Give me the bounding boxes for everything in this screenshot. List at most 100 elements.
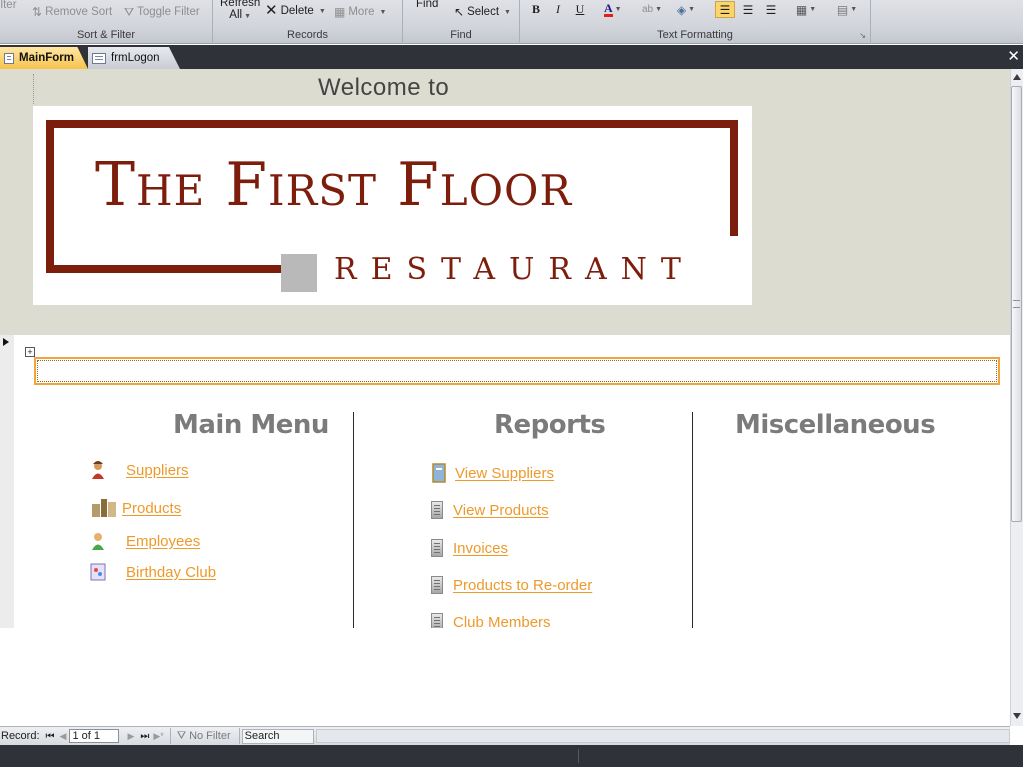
products-icon (92, 499, 116, 517)
status-divider (578, 749, 579, 763)
suppliers-link[interactable]: Suppliers (90, 460, 189, 480)
logo-title: The First Floor (95, 150, 573, 220)
first-record-icon[interactable]: ⏮ (46, 731, 55, 742)
products-link[interactable]: Products (92, 498, 181, 518)
more-button[interactable]: ▦ More ▼ (334, 6, 386, 18)
select-button[interactable]: ↖ Select ▼ (454, 6, 511, 18)
filter-off-icon: ⛛ (176, 729, 187, 742)
birthday-card-icon (90, 563, 106, 581)
miscellaneous-title: Miscellaneous (735, 410, 936, 440)
remove-sort-icon: ⇅ (32, 5, 43, 19)
horizontal-scrollbar[interactable] (315, 729, 1010, 743)
employee-person-icon (92, 533, 104, 550)
report-icon (431, 539, 443, 557)
gridlines-button[interactable]: ▦ ▼ (792, 1, 820, 18)
ribbon: ilter ⇅ Remove Sort ⛛ Toggle Filter Sort… (0, 0, 1023, 44)
dropdown-caret-icon: ▼ (318, 7, 326, 15)
column-divider (353, 412, 354, 628)
delete-button[interactable]: ✕ Delete ▼ (265, 2, 326, 19)
birthday-club-link[interactable]: Birthday Club (90, 562, 216, 582)
view-products-link[interactable]: View Products (431, 501, 549, 519)
dropdown-caret-icon: ▼ (379, 8, 387, 16)
reports-title: Reports (494, 410, 606, 440)
form-icon (4, 52, 15, 64)
thumb-grip-icon (1013, 300, 1020, 308)
align-right-button[interactable]: ☰ (761, 1, 781, 18)
report-icon (431, 576, 443, 594)
invoices-link[interactable]: Invoices (431, 539, 508, 557)
fill-color-button[interactable]: ◈ ▼ (672, 1, 700, 18)
no-filter-button[interactable]: ⛛ No Filter (177, 730, 231, 743)
remove-sort-button[interactable]: ⇅ Remove Sort (32, 6, 112, 18)
record-navigation-bar: Record: ⏮ ◀ 1 of 1 ▶ ⏭ ▶* ⛛ No Filter Se… (0, 726, 1010, 745)
club-members-link[interactable]: Club Members (431, 613, 551, 628)
refresh-all-button[interactable]: Refresh All ▼ (220, 0, 260, 23)
form-icon (92, 52, 106, 64)
toggle-filter-button[interactable]: ⛛ Toggle Filter (124, 6, 200, 18)
supplier-person-icon (92, 461, 104, 479)
restaurant-logo: The First Floor RESTAURANT (33, 106, 752, 305)
grid-icon: ▦ (334, 5, 346, 19)
welcome-label: Welcome to (318, 74, 450, 101)
layout-guide (33, 74, 34, 104)
alternate-fill-button[interactable]: ▤ ▼ (832, 1, 862, 18)
new-record-icon[interactable]: ▶* (153, 731, 163, 742)
alternate-row-icon: ▤ (836, 2, 849, 17)
main-menu-title: Main Menu (173, 410, 329, 440)
align-right-icon: ☰ (765, 2, 777, 17)
next-record-icon[interactable]: ▶ (127, 731, 134, 742)
highlight-color-button[interactable]: ab ▼ (638, 1, 666, 18)
employees-link[interactable]: Employees (90, 531, 200, 551)
sort-filter-group: ilter ⇅ Remove Sort ⛛ Toggle Filter Sort… (0, 0, 213, 44)
funnel-icon: ⛛ (124, 5, 135, 19)
align-left-icon: ☰ (719, 2, 731, 17)
align-center-button[interactable]: ☰ (738, 1, 758, 18)
detail-clip: Club Members (0, 612, 1010, 628)
dialog-launcher-icon[interactable]: ↘ (859, 31, 866, 40)
dropdown-caret-icon: ▼ (809, 6, 817, 13)
view-suppliers-link[interactable]: View Suppliers (431, 463, 554, 483)
dropdown-caret-icon: ▼ (614, 6, 622, 13)
current-record-arrow-icon (3, 338, 9, 346)
cursor-arrow-icon: ↖ (454, 5, 465, 19)
underline-button[interactable]: U (570, 1, 590, 18)
group-label-records: Records (287, 29, 328, 41)
previous-record-icon[interactable]: ◀ (60, 731, 67, 742)
records-group: Refresh All ▼ ✕ Delete ▼ ▦ More ▼ Records (213, 0, 403, 44)
move-handle-icon[interactable]: + (25, 347, 35, 357)
font-color-button[interactable]: A ▼ (604, 1, 632, 18)
record-selector[interactable] (0, 335, 14, 628)
dropdown-caret-icon: ▼ (244, 13, 251, 20)
dropdown-caret-icon: ▼ (655, 6, 663, 13)
products-to-reorder-link[interactable]: Products to Re-order (431, 576, 592, 594)
current-record-field[interactable]: 1 of 1 (69, 729, 120, 743)
tab-frmlogon[interactable]: frmLogon (88, 47, 180, 69)
delete-x-icon: ✕ (265, 2, 278, 19)
search-input[interactable]: Search (241, 728, 314, 744)
report-book-icon (432, 463, 446, 483)
report-icon (431, 613, 443, 628)
dropdown-caret-icon: ▼ (688, 6, 696, 13)
paint-bucket-icon: ◈ (676, 2, 687, 17)
filter-button[interactable]: ilter (0, 0, 17, 11)
align-left-button[interactable]: ☰ (715, 1, 735, 18)
scroll-down-icon[interactable] (1013, 713, 1021, 719)
status-bar (0, 745, 1023, 767)
column-divider (692, 412, 693, 628)
italic-button[interactable]: I (548, 1, 568, 18)
selected-textbox[interactable] (34, 357, 1000, 385)
group-label-sort-filter: Sort & Filter (76, 29, 136, 41)
last-record-icon[interactable]: ⏭ (140, 731, 149, 742)
find-group: Find ↖ Select ▼ Find (403, 0, 520, 44)
scroll-up-icon[interactable] (1013, 74, 1021, 80)
dropdown-caret-icon: ▼ (504, 8, 511, 16)
highlighter-icon: ab (641, 4, 654, 15)
tab-mainform[interactable]: MainForm (0, 47, 88, 69)
group-label-text-formatting: Text Formatting (657, 29, 733, 41)
text-formatting-group: B I U A ▼ ab ▼ ◈ ▼ ☰ ☰ ☰ ▦ ▼ ▤ ▼ Text Format… (520, 0, 871, 44)
report-icon (431, 501, 443, 519)
dropdown-caret-icon: ▼ (850, 6, 858, 13)
close-document-icon[interactable]: ✕ (1007, 47, 1020, 65)
bold-button[interactable]: B (526, 1, 546, 18)
find-button[interactable]: Find (416, 0, 438, 10)
